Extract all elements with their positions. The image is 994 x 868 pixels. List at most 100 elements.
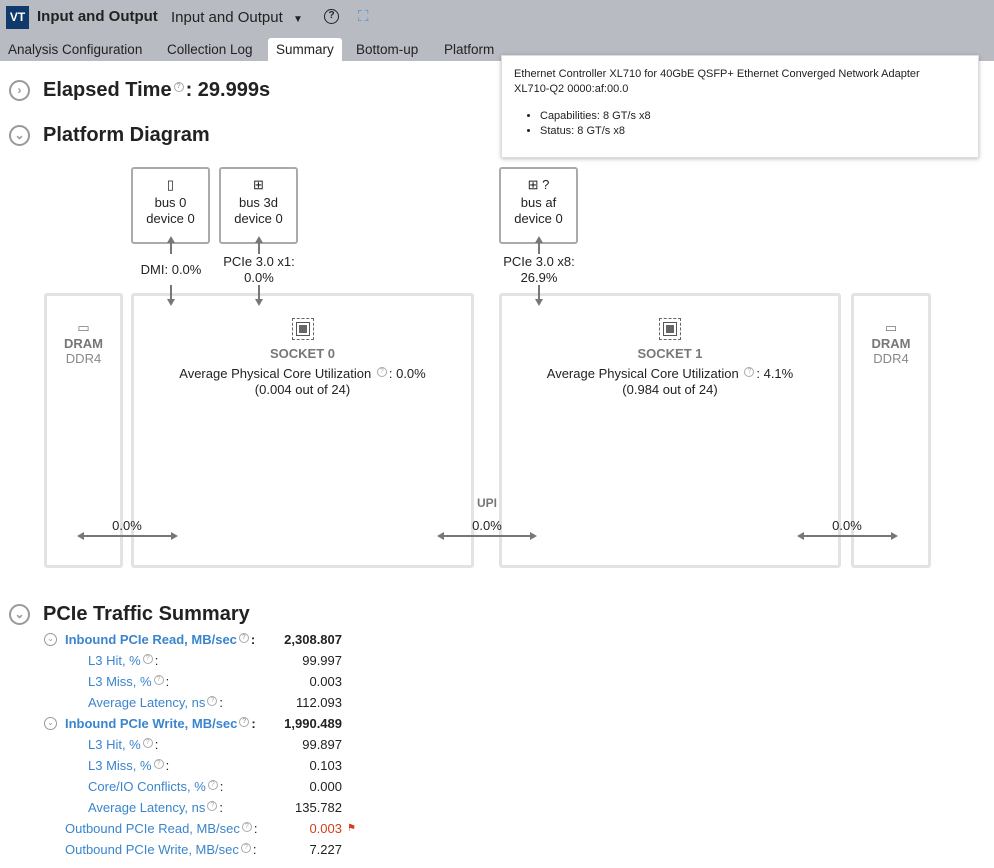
device-id: device 0: [514, 211, 563, 226]
metric-label[interactable]: L3 Hit, %?:: [88, 650, 158, 671]
device-bus-0[interactable]: ▯ bus 0 device 0: [131, 167, 210, 244]
metric-label[interactable]: Average Latency, ns?:: [88, 797, 223, 818]
metric-label-text: Core/IO Conflicts, %: [88, 779, 206, 794]
tooltip-device-id: XL710-Q2 0000:af:00.0: [514, 83, 629, 95]
link-type: PCIe 3.0 x8:: [503, 254, 575, 269]
arrow-right: [891, 532, 898, 540]
tooltip-status: Status: 8 GT/s x8: [540, 124, 966, 139]
metric-label[interactable]: L3 Hit, %?:: [88, 734, 158, 755]
metric-label-text: L3 Miss, %: [88, 758, 152, 773]
socket-util: Average Physical Core Utilization ?: 0.0…: [134, 366, 471, 382]
help-icon[interactable]: ?: [324, 9, 339, 24]
analysis-select-value: Input and Output: [171, 9, 283, 26]
link-line: [538, 285, 540, 300]
help-icon[interactable]: ?: [142, 737, 153, 748]
collapse-pcie-icon[interactable]: ⌄: [9, 604, 30, 625]
analysis-select[interactable]: Input and Output ▼: [171, 9, 303, 26]
dram-left-bandwidth: 0.0%: [112, 518, 142, 533]
elapsed-value: : 29.999s: [185, 79, 271, 101]
arrow-right: [171, 532, 178, 540]
pcie-x8-link-label: PCIe 3.0 x8: 26.9%: [490, 254, 588, 286]
collapse-icon[interactable]: ⌄: [44, 717, 57, 730]
tab-platform[interactable]: Platform: [436, 38, 502, 61]
help-icon[interactable]: ?: [238, 632, 249, 643]
help-icon[interactable]: ?: [240, 842, 251, 853]
device-tooltip: Ethernet Controller XL710 for 40GbE QSFP…: [501, 55, 979, 158]
arrow-right: [530, 532, 537, 540]
help-icon[interactable]: ?: [239, 716, 250, 727]
metric-label[interactable]: Inbound PCIe Read, MB/sec?:: [65, 629, 255, 650]
metric-value: 135.782: [295, 800, 342, 815]
device-bus-3d[interactable]: ⊞ bus 3d device 0: [219, 167, 298, 244]
collapse-platform-icon[interactable]: ⌄: [9, 125, 30, 146]
metric-value: 0.003: [309, 674, 342, 689]
util-label: Average Physical Core Utilization: [179, 366, 372, 381]
metric-label-text: Inbound PCIe Read, MB/sec: [65, 632, 237, 647]
metric-label[interactable]: Core/IO Conflicts, %?:: [88, 776, 223, 797]
pcie-title: PCIe Traffic Summary: [43, 603, 250, 625]
metric-label[interactable]: Inbound PCIe Write, MB/sec?:: [65, 713, 256, 734]
help-icon[interactable]: ?: [142, 653, 153, 664]
dmi-link-label: DMI: 0.0%: [140, 262, 202, 277]
metric-label[interactable]: Outbound PCIe Read, MB/sec?:: [65, 818, 258, 839]
upi-link-line: [443, 535, 531, 537]
tab-collection-log[interactable]: Collection Log: [159, 38, 261, 61]
metric-value: 99.897: [302, 737, 342, 752]
memory-icon: ▭: [77, 320, 90, 335]
device-bus: bus af: [520, 195, 557, 210]
metric-row: L3 Hit, %?: 99.897: [0, 734, 400, 755]
metric-value: 99.997: [302, 653, 342, 668]
util-value: : 4.1%: [756, 366, 794, 381]
elapsed-time: Elapsed Time?: 29.999s: [43, 79, 270, 102]
metric-row: Outbound PCIe Write, MB/sec?: 7.227: [0, 839, 400, 860]
pcie-x1-link-label: PCIe 3.0 x1: 0.0%: [210, 254, 308, 286]
device-id: device 0: [146, 211, 195, 226]
metric-row: ⌄ Inbound PCIe Write, MB/sec?: 1,990.489: [0, 713, 400, 734]
help-icon[interactable]: ?: [173, 82, 184, 93]
dram-type: DDR4: [873, 351, 909, 366]
expand-elapsed-icon[interactable]: ›: [9, 80, 30, 101]
cpu-icon: [659, 318, 681, 340]
vtune-logo: VT: [6, 6, 29, 29]
util-detail: (0.984 out of 24): [622, 382, 718, 397]
metric-value: 2,308.807: [284, 632, 342, 647]
help-icon[interactable]: ?: [241, 821, 252, 832]
tab-bottom-up[interactable]: Bottom-up: [348, 38, 426, 61]
util-detail: (0.004 out of 24): [254, 382, 351, 397]
metric-label-text: Inbound PCIe Write, MB/sec: [65, 716, 238, 731]
arrow-down: [167, 299, 175, 306]
link-util: 0.0%: [244, 270, 274, 285]
device-bus: bus 3d: [238, 195, 279, 210]
metric-label[interactable]: L3 Miss, %?:: [88, 671, 169, 692]
dram-right-bandwidth: 0.0%: [832, 518, 862, 533]
help-icon[interactable]: ?: [376, 366, 387, 377]
link-line: [258, 242, 260, 254]
socket-title: SOCKET 0: [269, 346, 335, 361]
metric-row: Average Latency, ns?: 135.782: [0, 797, 400, 818]
metric-label-text: L3 Hit, %: [88, 737, 141, 752]
help-icon[interactable]: ?: [744, 366, 755, 377]
metric-label[interactable]: Average Latency, ns?:: [88, 692, 223, 713]
metric-label[interactable]: L3 Miss, %?:: [88, 755, 169, 776]
help-icon[interactable]: ?: [153, 758, 164, 769]
metric-value: 0.000: [309, 779, 342, 794]
help-icon[interactable]: ?: [207, 779, 218, 790]
metric-label-text: Outbound PCIe Read, MB/sec: [65, 821, 240, 836]
top-bar: VT Input and Output Input and Output ▼ ?…: [0, 0, 994, 61]
device-bus-af[interactable]: ⊞ ? bus af device 0: [499, 167, 578, 244]
metric-row: ⌄ Inbound PCIe Read, MB/sec?: 2,308.807: [0, 629, 400, 650]
help-icon[interactable]: ?: [153, 674, 164, 685]
metric-label-text: Outbound PCIe Write, MB/sec: [65, 842, 239, 857]
dram-title: DRAM: [64, 336, 103, 351]
tab-summary[interactable]: Summary: [268, 38, 342, 61]
map-icon[interactable]: ⛶: [358, 8, 369, 25]
link-util: 26.9%: [520, 270, 558, 285]
metric-label-text: L3 Hit, %: [88, 653, 141, 668]
help-icon[interactable]: ?: [207, 800, 218, 811]
metric-row: L3 Miss, %?: 0.103: [0, 755, 400, 776]
collapse-icon[interactable]: ⌄: [44, 633, 57, 646]
upi-value: 0.0%: [472, 518, 502, 533]
tab-analysis-configuration[interactable]: Analysis Configuration: [0, 38, 150, 61]
help-icon[interactable]: ?: [207, 695, 218, 706]
metric-label[interactable]: Outbound PCIe Write, MB/sec?:: [65, 839, 257, 860]
